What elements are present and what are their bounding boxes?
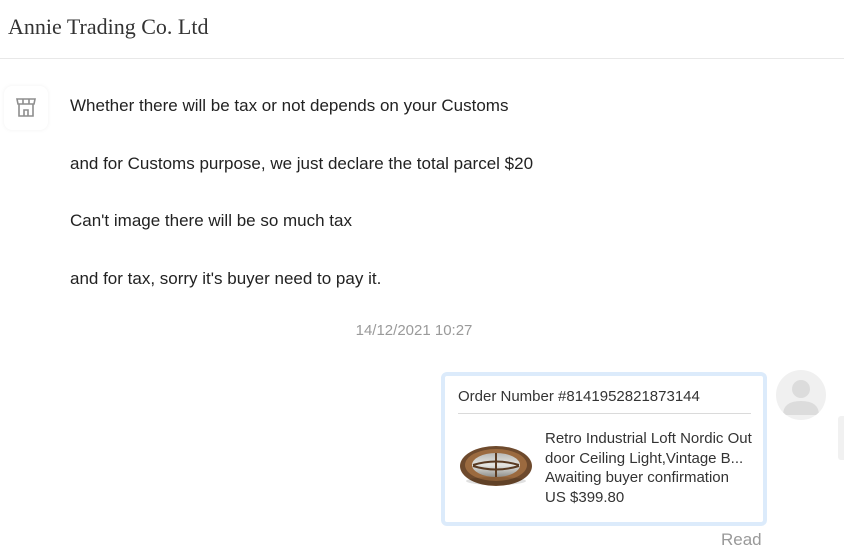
order-card[interactable]: Order Number #8141952821873144 Retro Ind… — [441, 372, 767, 526]
order-status: Awaiting buyer confirmation — [545, 469, 729, 486]
order-number[interactable]: Order Number #8141952821873144 — [458, 388, 700, 405]
product-image[interactable] — [458, 428, 534, 494]
scrollbar-handle[interactable] — [838, 416, 844, 460]
storefront-icon — [16, 98, 36, 117]
ceiling-light-image — [460, 446, 532, 486]
user-avatar[interactable] — [776, 370, 826, 420]
message-text: Whether there will be tax or not depends… — [70, 96, 509, 115]
order-divider — [458, 413, 751, 414]
chat-header: Annie Trading Co. Ltd — [0, 0, 844, 59]
order-price: US $399.80 — [545, 488, 625, 506]
user-avatar-icon — [783, 380, 819, 415]
read-receipt: Read — [721, 530, 762, 549]
shop-name[interactable]: Annie Trading Co. Ltd — [8, 14, 208, 40]
message-timestamp: 14/12/2021 10:27 — [355, 322, 473, 339]
product-title[interactable]: Retro Industrial Loft Nordic Outdoor Cei… — [545, 429, 752, 468]
message-text: Can't image there will be so much tax — [70, 211, 352, 230]
message-text: and for tax, sorry it's buyer need to pa… — [70, 269, 382, 288]
product-info: Retro Industrial Loft Nordic Outdoor Cei… — [545, 429, 752, 507]
shop-avatar[interactable] — [4, 86, 48, 130]
message-text: and for Customs purpose, we just declare… — [70, 154, 534, 173]
